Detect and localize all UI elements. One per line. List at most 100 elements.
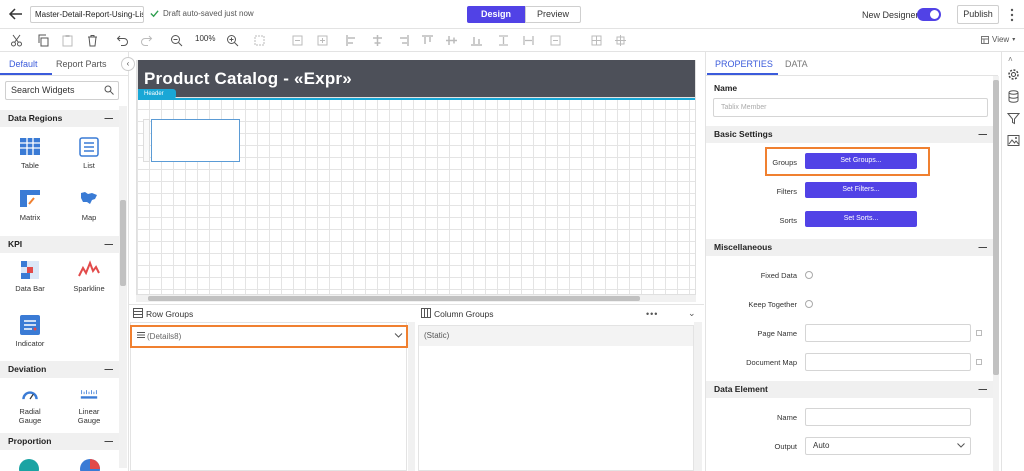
more-icon[interactable]: ••• <box>646 309 658 319</box>
chevron-down-icon[interactable] <box>394 332 403 339</box>
chevron-up-icon[interactable]: ˄ <box>1008 55 1013 64</box>
set-sorts-button[interactable]: Set Sorts... <box>805 211 917 227</box>
category-data-regions[interactable]: Data Regions — <box>0 110 119 127</box>
collapse-icon[interactable]: — <box>979 239 988 256</box>
widget-map[interactable]: Map <box>60 188 118 222</box>
more-options-icon[interactable] <box>1008 8 1016 22</box>
radial-gauge-icon <box>22 391 38 400</box>
category-kpi[interactable]: KPI — <box>0 236 119 253</box>
gear-icon[interactable] <box>1007 68 1020 81</box>
expression-icon[interactable] <box>976 330 982 336</box>
widget-data-bar[interactable]: Data Bar <box>1 259 59 293</box>
search-widgets-input[interactable]: Search Widgets <box>5 81 119 100</box>
report-name-field[interactable]: Master-Detail-Report-Using-Lis <box>30 6 144 23</box>
size-icon[interactable] <box>549 34 562 47</box>
widget-matrix[interactable]: Matrix <box>1 188 59 222</box>
widget-list[interactable]: List <box>60 136 118 170</box>
expression-icon[interactable] <box>976 359 982 365</box>
widget-radial-gauge[interactable]: Radial Gauge <box>1 386 59 425</box>
cut-icon[interactable] <box>10 34 23 47</box>
data-element-name-input[interactable] <box>805 408 971 426</box>
zoom-in-icon[interactable] <box>226 34 239 47</box>
align-tops-icon[interactable] <box>421 34 434 47</box>
tabs-divider <box>0 75 129 76</box>
table-row-handle[interactable] <box>143 119 150 162</box>
collapse-icon[interactable]: — <box>105 433 114 450</box>
align-center-icon[interactable] <box>316 34 329 47</box>
copy-icon[interactable] <box>37 34 50 47</box>
table-element[interactable] <box>151 119 240 162</box>
tab-data[interactable]: DATA <box>785 59 808 69</box>
align-middles-icon[interactable] <box>445 34 458 47</box>
widget-sparkline[interactable]: Sparkline <box>60 259 118 293</box>
output-select[interactable]: Auto <box>805 437 971 455</box>
new-designer-toggle[interactable] <box>917 8 941 21</box>
view-button[interactable]: View ▾ <box>981 35 1015 44</box>
keep-together-label: Keep Together <box>748 300 797 309</box>
grid-icon[interactable] <box>590 34 603 47</box>
keep-together-checkbox[interactable] <box>805 300 813 308</box>
back-icon[interactable] <box>8 6 24 22</box>
data-bar-icon <box>21 261 39 279</box>
same-width-icon[interactable] <box>522 34 535 47</box>
properties-scrollbar-thumb[interactable] <box>993 80 999 375</box>
document-map-input[interactable] <box>805 353 971 371</box>
redo-icon[interactable] <box>140 34 153 47</box>
align-lefts-icon[interactable] <box>345 34 358 47</box>
align-bottoms-icon[interactable] <box>470 34 483 47</box>
database-icon[interactable] <box>1007 90 1020 103</box>
report-title[interactable]: Product Catalog - «Expr» <box>144 69 352 89</box>
collapse-groups-icon[interactable]: ⌄ <box>688 308 696 319</box>
doughnut-chart-icon[interactable] <box>79 458 101 471</box>
zoom-out-icon[interactable] <box>170 34 183 47</box>
page-name-input[interactable] <box>805 324 971 342</box>
category-deviation[interactable]: Deviation — <box>0 361 119 378</box>
set-filters-button[interactable]: Set Filters... <box>805 182 917 198</box>
snap-icon[interactable] <box>614 34 627 47</box>
collapse-icon[interactable]: — <box>105 361 114 378</box>
collapse-icon[interactable]: — <box>105 110 114 127</box>
column-group-item[interactable]: (Static) <box>419 326 693 346</box>
collapse-panel-button[interactable]: ‹ <box>121 57 135 71</box>
widget-table[interactable]: Table <box>1 136 59 170</box>
align-left-icon[interactable] <box>291 34 304 47</box>
category-proportion[interactable]: Proportion — <box>0 433 119 450</box>
tab-default[interactable]: Default <box>9 59 38 69</box>
align-centers-icon[interactable] <box>371 34 384 47</box>
section-miscellaneous[interactable]: Miscellaneous — <box>706 239 994 256</box>
publish-button[interactable]: Publish <box>957 5 999 24</box>
column-groups-scrollbar[interactable] <box>694 322 702 471</box>
zoom-level[interactable]: 100% <box>195 34 215 43</box>
collapse-icon[interactable]: — <box>979 381 988 398</box>
undo-icon[interactable] <box>116 34 129 47</box>
category-label: Proportion <box>8 436 52 446</box>
preview-tab[interactable]: Preview <box>525 6 581 23</box>
tab-properties[interactable]: PROPERTIES <box>715 59 773 69</box>
widget-linear-gauge[interactable]: Linear Gauge <box>60 386 118 425</box>
collapse-icon[interactable]: — <box>979 126 988 143</box>
section-data-element[interactable]: Data Element — <box>706 381 994 398</box>
column-groups-label: Column Groups <box>434 309 494 319</box>
canvas-scroll-thumb[interactable] <box>148 296 640 301</box>
chevron-down-icon <box>957 443 965 448</box>
delete-icon[interactable] <box>86 34 99 47</box>
category-label: KPI <box>8 239 23 249</box>
name-input[interactable]: Tablix Member <box>713 98 988 117</box>
same-height-icon[interactable] <box>497 34 510 47</box>
row-groups-scrollbar[interactable] <box>408 322 415 471</box>
left-scrollbar-thumb[interactable] <box>120 200 126 286</box>
widget-indicator[interactable]: Indicator <box>1 314 59 348</box>
left-scrollbar[interactable] <box>119 106 127 468</box>
section-basic-settings[interactable]: Basic Settings — <box>706 126 994 143</box>
tab-report-parts[interactable]: Report Parts <box>56 59 107 69</box>
border-icon[interactable] <box>254 34 267 47</box>
pie-chart-icon[interactable] <box>18 458 40 471</box>
align-rights-icon[interactable] <box>397 34 410 47</box>
filter-icon[interactable] <box>1007 112 1020 125</box>
collapse-icon[interactable]: — <box>105 236 114 253</box>
fixed-data-checkbox[interactable] <box>805 271 813 279</box>
design-tab[interactable]: Design <box>467 6 525 23</box>
image-icon[interactable] <box>1007 134 1020 147</box>
widget-label: Map <box>81 213 97 222</box>
paste-icon[interactable] <box>61 34 74 47</box>
